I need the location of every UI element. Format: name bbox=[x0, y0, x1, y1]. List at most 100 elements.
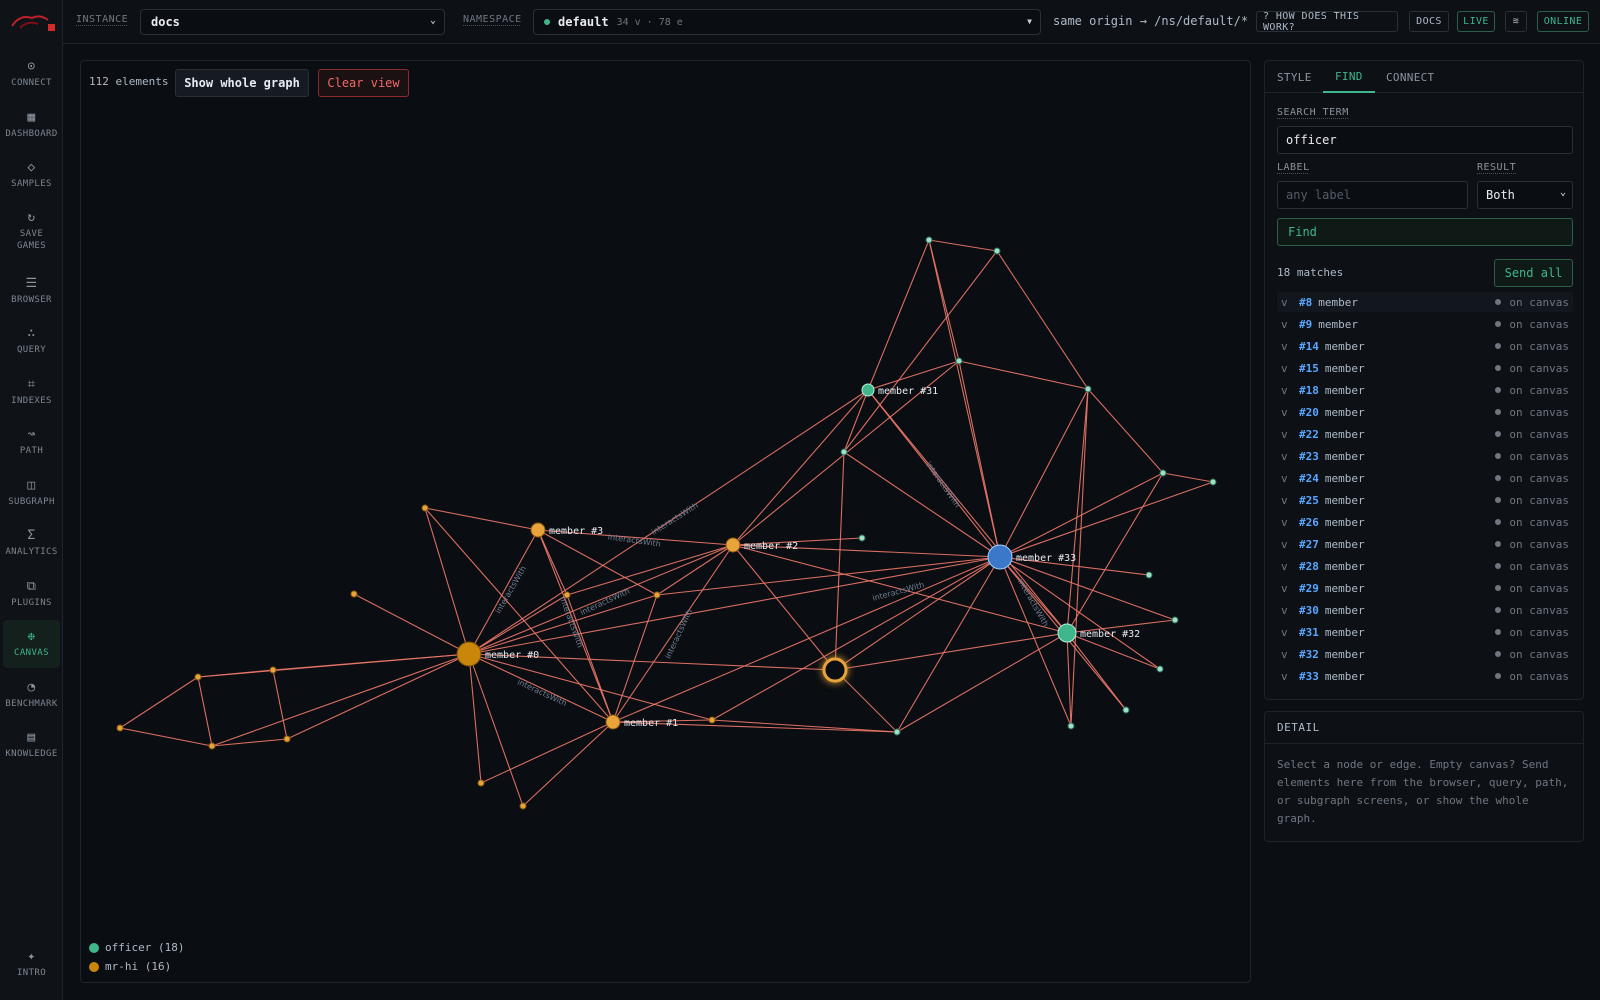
graph-edge[interactable] bbox=[732, 389, 869, 546]
tab-connect[interactable]: CONNECT bbox=[1374, 61, 1446, 93]
graph-edge[interactable] bbox=[928, 239, 1001, 558]
graph-node[interactable] bbox=[893, 728, 901, 736]
graph-edge[interactable] bbox=[566, 544, 734, 596]
sidebar-item-knowledge[interactable]: ▤ KNOWLEDGE bbox=[3, 721, 60, 769]
graph-edge[interactable] bbox=[999, 472, 1164, 558]
help-button[interactable]: ? HOW DOES THIS WORK? bbox=[1256, 11, 1398, 33]
list-item[interactable]: v #18 member on canvas bbox=[1277, 380, 1573, 400]
graph-edge[interactable] bbox=[711, 556, 1001, 721]
graph-node[interactable] bbox=[955, 357, 963, 365]
label-input[interactable]: any label bbox=[1277, 181, 1468, 209]
graph-edge[interactable] bbox=[732, 544, 836, 671]
sidebar-item-plugins[interactable]: ⧉ PLUGINS bbox=[3, 570, 60, 618]
graph-svg[interactable]: interactsWithinteractsWithinteractsWithi… bbox=[81, 61, 1251, 983]
tab-style[interactable]: STYLE bbox=[1265, 61, 1324, 93]
graph-node[interactable] bbox=[840, 448, 848, 456]
list-item[interactable]: v #33 member on canvas bbox=[1277, 666, 1573, 686]
graph-node[interactable] bbox=[987, 544, 1013, 570]
result-id[interactable]: #28 bbox=[1299, 560, 1319, 573]
sidebar-item-browser[interactable]: ☰ BROWSER bbox=[3, 267, 60, 315]
graph-edge[interactable] bbox=[958, 360, 1001, 558]
stack-icon[interactable]: ≋ bbox=[1505, 11, 1527, 32]
graph-edge[interactable] bbox=[867, 239, 930, 391]
sidebar-item-intro[interactable]: ✦ INTRO bbox=[3, 940, 60, 988]
graph-edge[interactable] bbox=[119, 676, 199, 729]
graph-edge[interactable] bbox=[843, 451, 1001, 558]
docs-button[interactable]: DOCS bbox=[1409, 11, 1449, 32]
graph-edge[interactable] bbox=[1066, 632, 1072, 727]
graph-node[interactable] bbox=[858, 534, 866, 542]
graph-edge[interactable] bbox=[834, 556, 1001, 671]
graph-node[interactable] bbox=[993, 247, 1001, 255]
result-id[interactable]: #18 bbox=[1299, 384, 1319, 397]
graph-node[interactable] bbox=[208, 742, 216, 750]
result-id[interactable]: #29 bbox=[1299, 582, 1319, 595]
graph-edge[interactable] bbox=[468, 653, 482, 784]
result-id[interactable]: #9 bbox=[1299, 318, 1312, 331]
sidebar-item-query[interactable]: ∴ QUERY bbox=[3, 317, 60, 365]
sidebar-item-dashboard[interactable]: ▦ DASHBOARD bbox=[3, 101, 60, 149]
send-all-button[interactable]: Send all bbox=[1494, 259, 1573, 287]
graph-edge[interactable] bbox=[843, 389, 869, 453]
list-item[interactable]: v #9 member on canvas bbox=[1277, 314, 1573, 334]
list-item[interactable]: v #23 member on canvas bbox=[1277, 446, 1573, 466]
graph-node[interactable] bbox=[563, 591, 571, 599]
graph-node[interactable] bbox=[116, 724, 124, 732]
graph-canvas[interactable]: interactsWith interactsWith interactsWith i… bbox=[80, 60, 1251, 983]
graph-edge[interactable] bbox=[1162, 472, 1214, 483]
graph-edge[interactable] bbox=[834, 451, 845, 671]
graph-node[interactable] bbox=[283, 735, 291, 743]
result-id[interactable]: #22 bbox=[1299, 428, 1319, 441]
graph-edge[interactable] bbox=[522, 721, 614, 807]
search-input[interactable]: officer bbox=[1277, 126, 1573, 154]
result-id[interactable]: #24 bbox=[1299, 472, 1319, 485]
list-item[interactable]: v #32 member on canvas bbox=[1277, 644, 1573, 664]
graph-node[interactable] bbox=[725, 537, 741, 553]
graph-edge[interactable] bbox=[958, 360, 1089, 390]
graph-node[interactable] bbox=[1156, 665, 1164, 673]
graph-node[interactable] bbox=[194, 673, 202, 681]
instance-select[interactable]: docs ⌄ bbox=[140, 9, 445, 35]
list-item[interactable]: v #25 member on canvas bbox=[1277, 490, 1573, 510]
graph-node[interactable] bbox=[653, 591, 661, 599]
graph-node[interactable] bbox=[421, 504, 429, 512]
list-item[interactable]: v #28 member on canvas bbox=[1277, 556, 1573, 576]
graph-edge[interactable] bbox=[896, 632, 1068, 733]
selected-node-ring[interactable] bbox=[822, 657, 848, 683]
result-id[interactable]: #33 bbox=[1299, 670, 1319, 683]
list-item[interactable]: v #22 member on canvas bbox=[1277, 424, 1573, 444]
graph-node[interactable] bbox=[1122, 706, 1130, 714]
graph-node[interactable] bbox=[519, 802, 527, 810]
show-whole-graph-button[interactable]: Show whole graph bbox=[175, 69, 309, 97]
graph-node[interactable] bbox=[708, 716, 716, 724]
result-id[interactable]: #20 bbox=[1299, 406, 1319, 419]
graph-edge[interactable] bbox=[996, 250, 1089, 390]
graph-node[interactable] bbox=[861, 383, 875, 397]
graph-edge[interactable] bbox=[272, 669, 288, 740]
result-id[interactable]: #32 bbox=[1299, 648, 1319, 661]
graph-node[interactable] bbox=[269, 666, 277, 674]
result-select[interactable]: Both ⌄ bbox=[1477, 181, 1573, 209]
sidebar-item-save-games[interactable]: ↻ SAVE GAMES bbox=[3, 202, 60, 260]
clear-view-button[interactable]: Clear view bbox=[318, 69, 409, 97]
result-id[interactable]: #30 bbox=[1299, 604, 1319, 617]
sidebar-item-connect[interactable]: ⊙ CONNECT bbox=[3, 50, 60, 98]
graph-edge[interactable] bbox=[211, 653, 470, 747]
result-id[interactable]: #8 bbox=[1299, 296, 1312, 309]
list-item[interactable]: v #26 member on canvas bbox=[1277, 512, 1573, 532]
find-button[interactable]: Find bbox=[1277, 218, 1573, 246]
list-item[interactable]: v #30 member on canvas bbox=[1277, 600, 1573, 620]
list-item[interactable]: v #8 member on canvas bbox=[1277, 292, 1573, 312]
list-item[interactable]: v #20 member on canvas bbox=[1277, 402, 1573, 422]
sidebar-item-canvas[interactable]: ❉ CANVAS bbox=[3, 620, 60, 668]
graph-edge[interactable] bbox=[353, 593, 470, 655]
graph-node[interactable] bbox=[1057, 623, 1077, 643]
sidebar-item-benchmark[interactable]: ◔ BENCHMARK bbox=[3, 671, 60, 719]
graph-edge[interactable] bbox=[480, 721, 614, 784]
graph-edge[interactable] bbox=[999, 388, 1089, 558]
graph-edge[interactable] bbox=[999, 481, 1214, 558]
graph-edge[interactable] bbox=[119, 727, 213, 747]
graph-node[interactable] bbox=[1171, 616, 1179, 624]
graph-edge[interactable] bbox=[834, 669, 898, 733]
result-id[interactable]: #14 bbox=[1299, 340, 1319, 353]
